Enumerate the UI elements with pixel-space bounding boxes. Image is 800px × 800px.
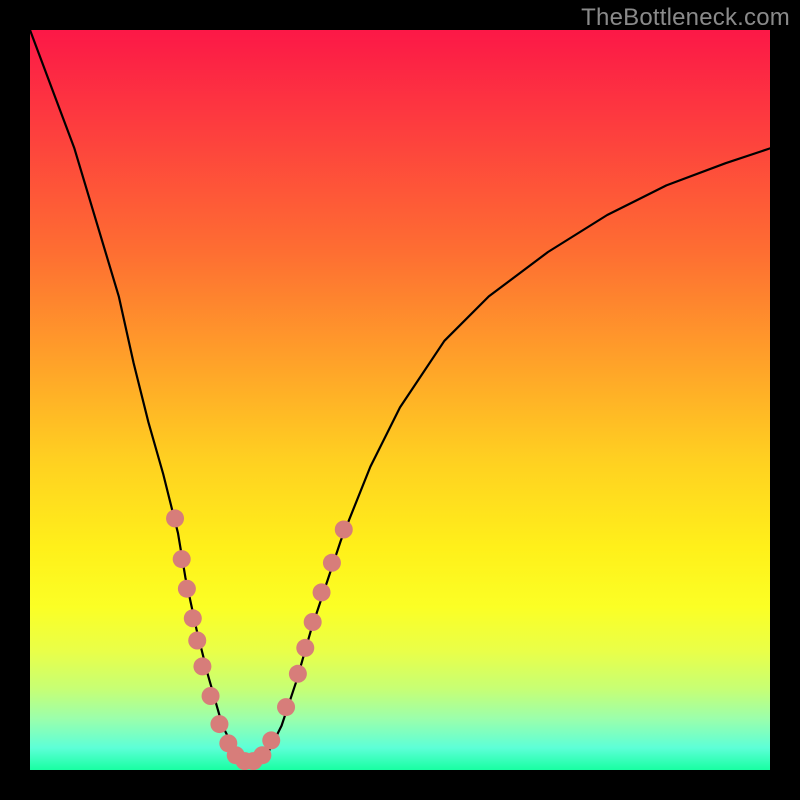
chart-svg — [30, 30, 770, 770]
data-marker — [193, 657, 211, 675]
data-marker — [166, 509, 184, 527]
marker-layer — [166, 509, 353, 770]
data-marker — [184, 609, 202, 627]
data-marker — [178, 580, 196, 598]
data-marker — [188, 632, 206, 650]
data-marker — [313, 583, 331, 601]
data-marker — [323, 554, 341, 572]
plot-area — [30, 30, 770, 770]
data-marker — [296, 639, 314, 657]
data-marker — [202, 687, 220, 705]
data-marker — [335, 521, 353, 539]
chart-frame: TheBottleneck.com — [0, 0, 800, 800]
curve-layer — [30, 30, 770, 764]
data-marker — [277, 698, 295, 716]
data-marker — [210, 715, 228, 733]
data-marker — [304, 613, 322, 631]
data-marker — [173, 550, 191, 568]
data-marker — [289, 665, 307, 683]
watermark-text: TheBottleneck.com — [581, 4, 790, 32]
bottleneck-curve — [30, 30, 770, 764]
data-marker — [262, 731, 280, 749]
